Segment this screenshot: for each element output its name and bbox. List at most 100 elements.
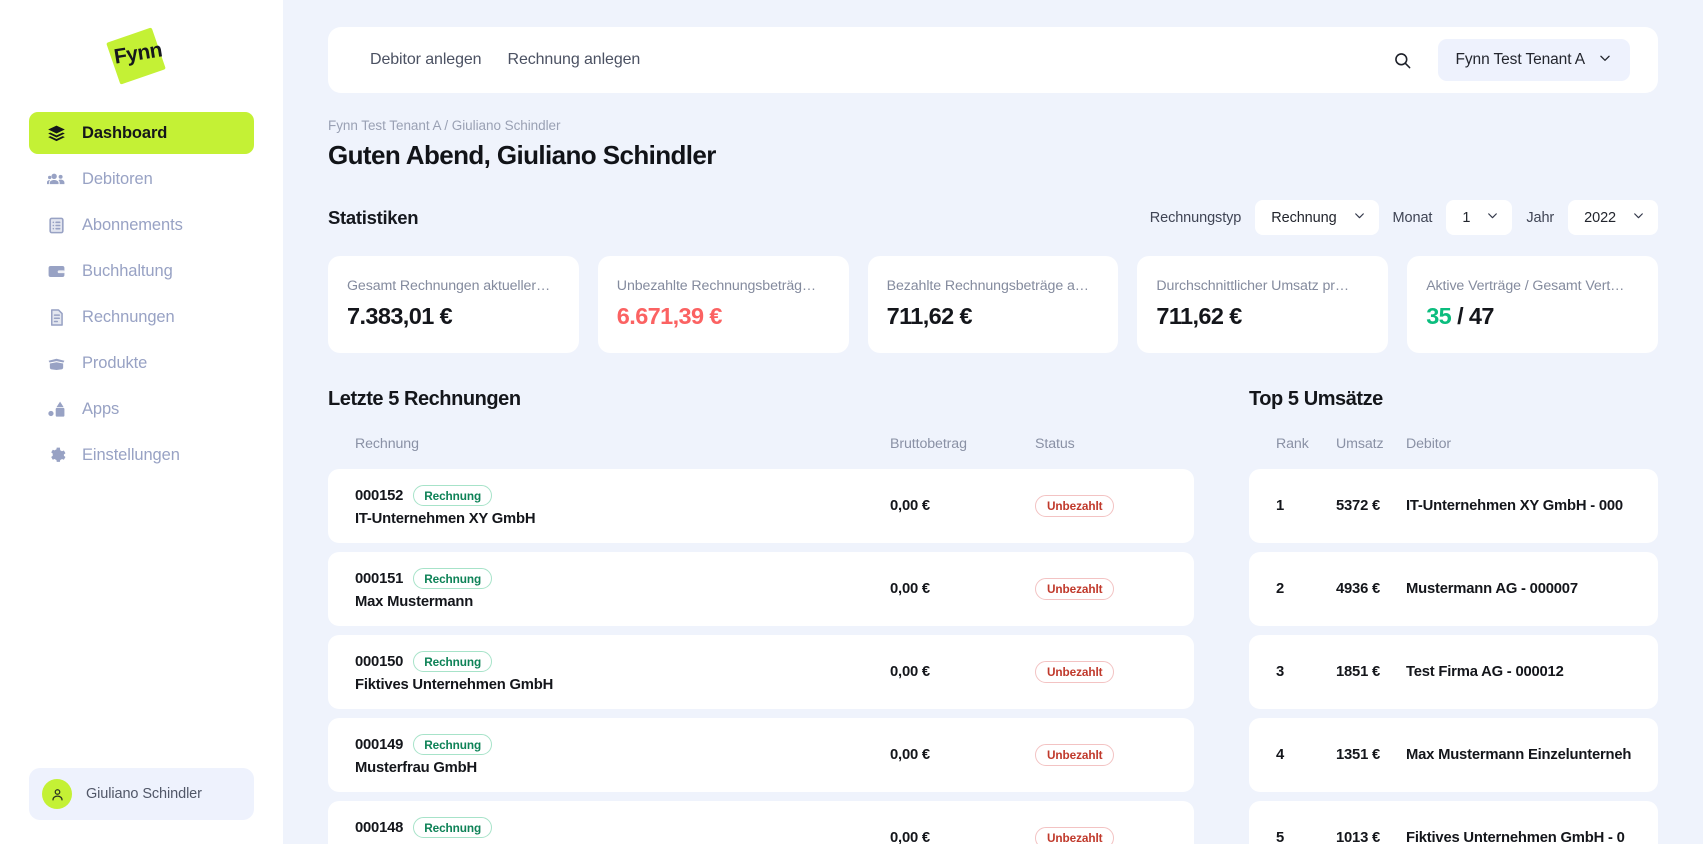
recent-invoices-title: Letzte 5 Rechnungen [328,388,1194,411]
cell-rank: 5 [1276,830,1336,844]
table-row[interactable]: 000148 Rechnung Max Mustermann Einzelunt… [328,801,1194,844]
app-logo[interactable]: Fynn [0,0,283,112]
column-header-bruttobetrag: Bruttobetrag [890,436,1035,452]
stat-card-value-rest: / 47 [1451,303,1494,329]
chevron-down-icon [1632,209,1645,226]
filter-label-rechnungstyp: Rechnungstyp [1150,210,1242,226]
top-sales-rows: 1 5372 € IT-Unternehmen XY GmbH - 000 2 … [1249,469,1658,844]
invoice-debitor: Max Mustermann [355,594,890,610]
sidebar-item-label: Debitoren [82,170,153,189]
dashboard-panels: Letzte 5 Rechnungen Rechnung Bruttobetra… [328,388,1658,844]
sidebar-item-apps[interactable]: Apps [29,388,254,430]
page-title: Guten Abend, Giuliano Schindler [328,140,1658,171]
layers-icon [47,124,66,143]
cell-rechnung: 000148 Rechnung Max Mustermann Einzelunt… [355,817,890,844]
cell-rechnung: 000150 Rechnung Fiktives Unternehmen Gmb… [355,651,890,693]
users-icon [47,170,66,189]
cell-umsatz: 1851 € [1336,664,1406,680]
sidebar-item-label: Produkte [82,354,147,373]
search-icon[interactable] [1390,47,1416,73]
cell-rechnung: 000152 Rechnung IT-Unternehmen XY GmbH [355,485,890,527]
invoice-number: 000149 [355,737,403,753]
filter-label-jahr: Jahr [1526,210,1554,226]
sidebar-item-label: Apps [82,400,119,419]
status-badge: Unbezahlt [1035,661,1114,683]
chevron-down-icon [1353,209,1366,226]
invoice-debitor: IT-Unternehmen XY GmbH [355,511,890,527]
filter-value-jahr: 2022 [1584,210,1616,226]
table-row[interactable]: 5 1013 € Fiktives Unternehmen GmbH - 0 [1249,801,1658,844]
cell-debitor: Test Firma AG - 000012 [1406,664,1631,680]
statistics-cards: Gesamt Rechnungen aktueller… 7.383,01 € … [328,256,1658,353]
topbar: Debitor anlegen Rechnung anlegen Fynn Te… [328,27,1658,93]
invoice-number: 000152 [355,488,403,504]
table-row[interactable]: 2 4936 € Mustermann AG - 000007 [1249,552,1658,626]
invoice-type-badge: Rechnung [413,651,492,672]
sidebar-item-produkte[interactable]: Produkte [29,342,254,384]
statistics-title: Statistiken [328,207,418,229]
breadcrumb: Fynn Test Tenant A / Giuliano Schindler [328,118,1658,133]
sidebar: Fynn Dashboard [0,0,283,844]
sidebar-user-name: Giuliano Schindler [86,786,202,802]
cell-debitor: Max Mustermann Einzelunterneh [1406,747,1631,763]
sidebar-item-label: Buchhaltung [82,262,173,281]
cell-rank: 2 [1276,581,1336,597]
table-row[interactable]: 1 5372 € IT-Unternehmen XY GmbH - 000 [1249,469,1658,543]
sidebar-item-einstellungen[interactable]: Einstellungen [29,434,254,476]
table-row[interactable]: 000150 Rechnung Fiktives Unternehmen Gmb… [328,635,1194,709]
status-badge: Unbezahlt [1035,495,1114,517]
filter-select-rechnungstyp[interactable]: Rechnung [1255,200,1378,235]
stat-card-unpaid-amounts: Unbezahlte Rechnungsbeträg… 6.671,39 € [598,256,849,353]
stat-card-value-accent: 35 [1426,303,1451,329]
table-row[interactable]: 000151 Rechnung Max Mustermann 0,00 € Un… [328,552,1194,626]
table-row[interactable]: 000149 Rechnung Musterfrau GmbH 0,00 € U… [328,718,1194,792]
cell-debitor: Fiktives Unternehmen GmbH - 0 [1406,830,1631,844]
sidebar-item-rechnungen[interactable]: Rechnungen [29,296,254,338]
status-badge: Unbezahlt [1035,744,1114,766]
sidebar-user-card[interactable]: Giuliano Schindler [29,768,254,820]
cell-umsatz: 1013 € [1336,830,1406,844]
sidebar-item-label: Abonnements [82,216,183,235]
stat-card-value: 711,62 € [1156,303,1366,330]
table-row[interactable]: 3 1851 € Test Firma AG - 000012 [1249,635,1658,709]
filter-select-monat[interactable]: 1 [1446,200,1512,235]
recent-invoices-rows: 000152 Rechnung IT-Unternehmen XY GmbH 0… [328,469,1194,844]
stat-card-label: Aktive Verträge / Gesamt Vert… [1426,278,1636,294]
sidebar-nav: Dashboard Debitoren [0,112,283,476]
gear-icon [47,446,66,465]
topbar-links: Debitor anlegen Rechnung anlegen [370,51,640,69]
filter-select-jahr[interactable]: 2022 [1568,200,1658,235]
filter-value-rechnungstyp: Rechnung [1271,210,1336,226]
sidebar-item-debitoren[interactable]: Debitoren [29,158,254,200]
invoice-number: 000148 [355,820,403,836]
cell-umsatz: 1351 € [1336,747,1406,763]
invoice-number: 000151 [355,571,403,587]
sidebar-item-label: Dashboard [82,124,167,143]
top-sales-title: Top 5 Umsätze [1249,388,1658,411]
create-invoice-link[interactable]: Rechnung anlegen [507,51,640,69]
stat-card-average-revenue: Durchschnittlicher Umsatz pr… 711,62 € [1137,256,1388,353]
status-badge: Unbezahlt [1035,827,1114,844]
chevron-down-icon [1598,51,1612,70]
cell-bruttobetrag: 0,00 € [890,664,1035,680]
table-row[interactable]: 000152 Rechnung IT-Unternehmen XY GmbH 0… [328,469,1194,543]
tenant-selector-label: Fynn Test Tenant A [1456,51,1585,69]
cell-status: Unbezahlt [1035,495,1185,517]
app-root: Fynn Dashboard [0,0,1703,844]
table-row[interactable]: 4 1351 € Max Mustermann Einzelunterneh [1249,718,1658,792]
create-debitor-link[interactable]: Debitor anlegen [370,51,481,69]
sidebar-item-abonnements[interactable]: Abonnements [29,204,254,246]
cell-status: Unbezahlt [1035,578,1185,600]
person-icon [42,779,72,809]
cell-rank: 1 [1276,498,1336,514]
stat-card-label: Bezahlte Rechnungsbeträge a… [887,278,1097,294]
stat-card-value: 7.383,01 € [347,303,557,330]
column-header-umsatz: Umsatz [1336,436,1406,452]
sidebar-item-dashboard[interactable]: Dashboard [29,112,254,154]
sidebar-item-buchhaltung[interactable]: Buchhaltung [29,250,254,292]
stat-card-label: Unbezahlte Rechnungsbeträg… [617,278,827,294]
tenant-selector[interactable]: Fynn Test Tenant A [1438,39,1630,81]
cell-bruttobetrag: 0,00 € [890,581,1035,597]
cell-rechnung: 000151 Rechnung Max Mustermann [355,568,890,610]
invoice-debitor: Musterfrau GmbH [355,760,890,776]
